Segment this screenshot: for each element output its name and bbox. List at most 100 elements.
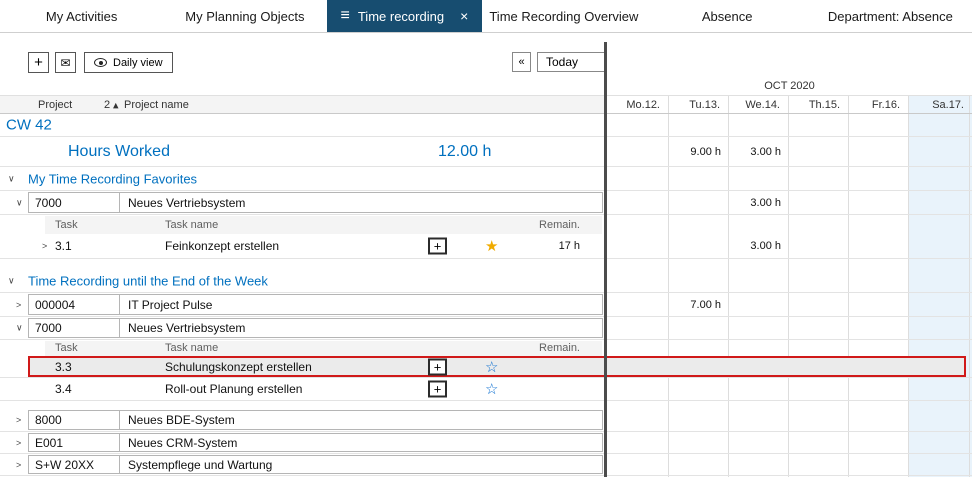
day-cell[interactable]	[788, 409, 848, 431]
day-cell[interactable]: 3.00 h	[728, 234, 788, 258]
day-cell[interactable]	[607, 356, 668, 377]
day-cell[interactable]	[668, 454, 728, 475]
day-cell[interactable]	[607, 432, 668, 453]
day-cell[interactable]	[908, 356, 972, 377]
task-row[interactable]: > 3.1 Feinkonzept erstellen + ★ 17 h 3.0…	[0, 234, 972, 259]
day-cell[interactable]	[848, 317, 908, 339]
section-week-end[interactable]: ∨ Time Recording until the End of the We…	[0, 269, 972, 293]
day-cell[interactable]	[668, 378, 728, 400]
day-cell[interactable]	[668, 317, 728, 339]
task-row[interactable]: 3.4 Roll-out Planung erstellen + ☆	[0, 378, 972, 401]
column-header-project-name[interactable]: Project name	[124, 99, 189, 111]
add-time-entry-button[interactable]: +	[428, 238, 447, 255]
day-cell[interactable]	[607, 317, 668, 339]
day-cell[interactable]	[848, 454, 908, 475]
mail-button[interactable]: ✉	[55, 52, 76, 73]
day-cell[interactable]	[728, 432, 788, 453]
column-header-project[interactable]: Project	[38, 99, 72, 111]
chevron-right-icon[interactable]: >	[42, 241, 47, 251]
day-cell[interactable]	[607, 293, 668, 316]
chevron-right-icon[interactable]: >	[16, 460, 21, 470]
day-cell[interactable]	[848, 293, 908, 316]
day-cell[interactable]	[908, 378, 972, 400]
day-cell[interactable]	[848, 356, 908, 377]
day-cell[interactable]	[668, 191, 728, 214]
day-cell	[848, 137, 908, 166]
day-cell[interactable]	[908, 234, 972, 258]
hamburger-menu-icon[interactable]: ≡	[341, 8, 350, 24]
day-cell[interactable]	[728, 293, 788, 316]
sort-indicator[interactable]: 2	[104, 99, 110, 111]
day-cell[interactable]	[788, 293, 848, 316]
close-tab-icon[interactable]: ×	[460, 9, 468, 23]
add-time-entry-button[interactable]: +	[428, 358, 447, 375]
tab-time-recording[interactable]: ≡ Time recording ×	[327, 0, 483, 32]
day-cell[interactable]	[728, 356, 788, 377]
day-cell[interactable]	[607, 234, 668, 258]
tab-absence[interactable]: Absence	[646, 0, 809, 32]
add-button[interactable]: +	[28, 52, 49, 73]
fixed-pane-divider[interactable]	[604, 42, 607, 477]
chevron-down-icon[interactable]: ∨	[16, 197, 23, 208]
day-cell[interactable]	[788, 378, 848, 400]
chevron-down-icon[interactable]: ∨	[16, 323, 23, 334]
section-favorites[interactable]: ∨ My Time Recording Favorites	[0, 167, 972, 191]
day-cell[interactable]	[788, 356, 848, 377]
day-cell[interactable]	[908, 454, 972, 475]
project-row[interactable]: ∨ 7000 Neues Vertriebsystem 3.00 h	[0, 191, 972, 215]
chevron-down-icon[interactable]: ∨	[8, 275, 15, 286]
day-cell[interactable]	[908, 409, 972, 431]
day-cell[interactable]	[788, 317, 848, 339]
favorite-star-icon[interactable]: ★	[485, 237, 498, 255]
today-button[interactable]: Today	[537, 52, 605, 72]
tab-department-absence[interactable]: Department: Absence	[809, 0, 972, 32]
chevron-right-icon[interactable]: >	[16, 300, 21, 310]
chevron-down-icon[interactable]: ∨	[8, 173, 15, 184]
day-cell[interactable]	[668, 234, 728, 258]
day-cell[interactable]	[848, 432, 908, 453]
day-cell[interactable]	[788, 454, 848, 475]
tab-time-recording-overview[interactable]: Time Recording Overview	[482, 0, 645, 32]
tab-my-activities[interactable]: My Activities	[0, 0, 163, 32]
day-cell[interactable]	[607, 409, 668, 431]
project-row[interactable]: > E001 Neues CRM-System	[0, 432, 972, 454]
day-cell[interactable]	[908, 432, 972, 453]
project-row[interactable]: ∨ 7000 Neues Vertriebsystem	[0, 317, 972, 340]
chevron-right-icon[interactable]: >	[16, 438, 21, 448]
day-cell[interactable]	[908, 191, 972, 214]
daily-view-button[interactable]: Daily view	[84, 52, 173, 73]
day-cell[interactable]: 3.00 h	[728, 191, 788, 214]
day-cell[interactable]: 7.00 h	[668, 293, 728, 316]
day-cell[interactable]	[728, 454, 788, 475]
day-cell[interactable]	[668, 356, 728, 377]
task-name: Feinkonzept erstellen	[165, 239, 279, 253]
project-row[interactable]: > S+W 20XX Systempflege und Wartung	[0, 454, 972, 476]
tab-my-planning-objects[interactable]: My Planning Objects	[163, 0, 326, 32]
day-cell[interactable]	[728, 409, 788, 431]
day-cell[interactable]	[668, 432, 728, 453]
day-cell[interactable]	[607, 378, 668, 400]
project-code: 7000	[28, 318, 120, 338]
day-cell[interactable]	[728, 378, 788, 400]
day-cell[interactable]	[788, 191, 848, 214]
day-cell[interactable]	[607, 454, 668, 475]
day-cell[interactable]	[607, 191, 668, 214]
favorite-star-outline-icon[interactable]: ☆	[485, 380, 498, 398]
add-time-entry-button[interactable]: +	[428, 381, 447, 398]
chevron-right-icon[interactable]: >	[16, 415, 21, 425]
day-cell[interactable]	[848, 234, 908, 258]
day-cell[interactable]	[728, 317, 788, 339]
day-cell[interactable]	[788, 234, 848, 258]
day-cell[interactable]	[848, 378, 908, 400]
day-cell[interactable]	[908, 293, 972, 316]
task-row-selected[interactable]: 3.3 Schulungskonzept erstellen + ☆	[0, 356, 972, 378]
previous-week-button[interactable]: «	[512, 52, 531, 72]
day-cell[interactable]	[848, 409, 908, 431]
day-cell[interactable]	[788, 432, 848, 453]
project-row[interactable]: > 8000 Neues BDE-System	[0, 409, 972, 432]
day-cell[interactable]	[668, 409, 728, 431]
day-cell[interactable]	[848, 191, 908, 214]
project-row[interactable]: > 000004 IT Project Pulse 7.00 h	[0, 293, 972, 317]
favorite-star-outline-icon[interactable]: ☆	[485, 358, 498, 376]
day-cell[interactable]	[908, 317, 972, 339]
